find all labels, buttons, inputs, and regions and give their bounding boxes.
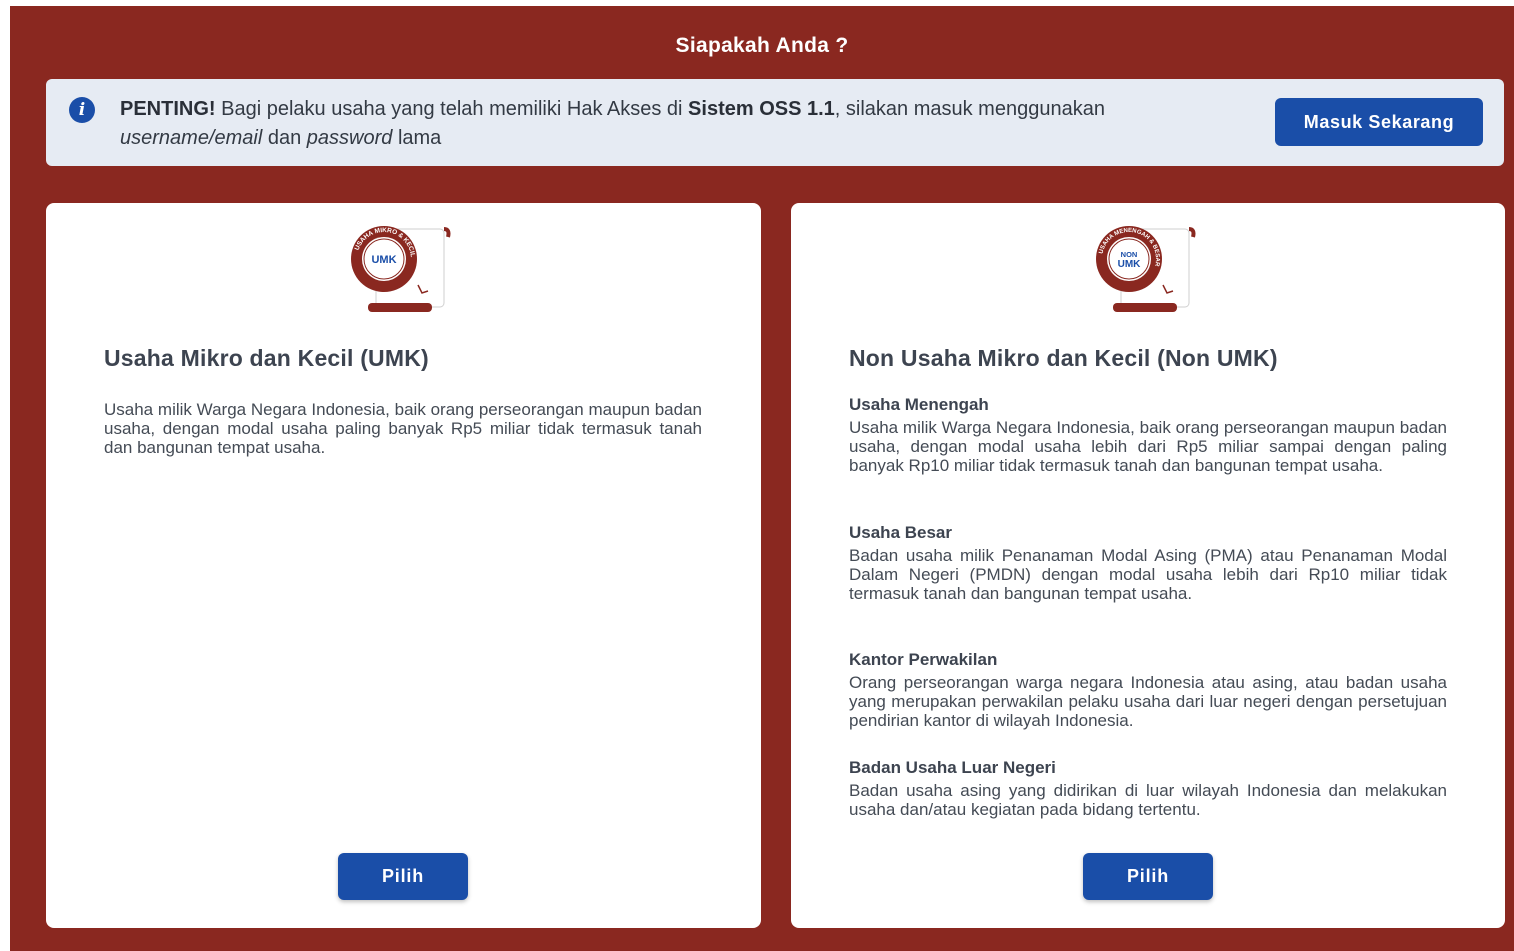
notice-important-label: PENTING!	[120, 98, 216, 120]
info-icon: i	[69, 97, 95, 123]
umk-card-title: Usaha Mikro dan Kecil (UMK)	[104, 345, 429, 371]
section-title: Kantor Perwakilan	[849, 650, 998, 669]
notice-username: username/email	[120, 127, 263, 149]
umk-pick-button[interactable]: Pilih	[338, 853, 468, 900]
non-umk-pick-button[interactable]: Pilih	[1083, 853, 1213, 900]
non-umk-logo: NON UMK USAHA MENENGAH & BESAR	[1096, 226, 1196, 312]
section-description: Usaha milik Warga Negara Indonesia, baik…	[849, 418, 1447, 475]
section-title: Usaha Besar	[849, 523, 953, 542]
section-badan-usaha-luar-negeri: Badan Usaha Luar Negeri Badan usaha asin…	[849, 758, 1447, 819]
notice-text-1: Bagi pelaku usaha yang telah memiliki Ha…	[215, 98, 689, 120]
notice-text: PENTING! Bagi pelaku usaha yang telah me…	[120, 95, 1260, 153]
notice-text-4: lama	[392, 127, 442, 149]
umk-card: UMK USAHA MIKRO & KECIL Usaha Mikro dan …	[46, 203, 761, 928]
section-kantor-perwakilan: Kantor Perwakilan Orang perseorangan war…	[849, 650, 1447, 730]
section-description: Badan usaha asing yang didirikan di luar…	[849, 781, 1447, 819]
notice-text-3: dan	[262, 127, 307, 149]
non-umk-card: NON UMK USAHA MENENGAH & BESAR Non Usaha…	[791, 203, 1505, 928]
notice-system-name: Sistem OSS 1.1	[688, 98, 835, 120]
non-umk-logo-text-1: NON	[1121, 250, 1138, 259]
section-description: Badan usaha milik Penanaman Modal Asing …	[849, 546, 1447, 603]
section-title: Badan Usaha Luar Negeri	[849, 758, 1056, 777]
section-description: Orang perseorangan warga negara Indonesi…	[849, 673, 1447, 730]
umk-logo-text: UMK	[371, 254, 396, 266]
section-title: Usaha Menengah	[849, 395, 989, 414]
main-panel: Siapakah Anda ? i PENTING! Bagi pelaku u…	[10, 6, 1514, 951]
notice-banner: i PENTING! Bagi pelaku usaha yang telah …	[46, 79, 1504, 166]
non-umk-logo-text-2: UMK	[1118, 259, 1142, 270]
notice-password: password	[306, 127, 393, 149]
page-title: Siapakah Anda ?	[675, 34, 849, 57]
umk-card-description: Usaha milik Warga Negara Indonesia, baik…	[104, 400, 702, 457]
umk-logo: UMK USAHA MIKRO & KECIL	[351, 226, 451, 312]
notice-text-2: , silakan masuk menggunakan	[834, 98, 1105, 120]
section-usaha-menengah: Usaha Menengah Usaha milik Warga Negara …	[849, 395, 1447, 475]
section-usaha-besar: Usaha Besar Badan usaha milik Penanaman …	[849, 523, 1447, 603]
login-now-button[interactable]: Masuk Sekarang	[1275, 98, 1483, 146]
non-umk-card-title: Non Usaha Mikro dan Kecil (Non UMK)	[849, 345, 1278, 371]
